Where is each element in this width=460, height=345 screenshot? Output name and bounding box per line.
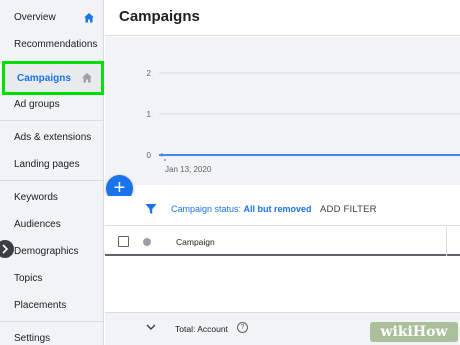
sidebar-item-campaigns[interactable]: Campaigns xyxy=(2,61,104,95)
campaign-status-filter[interactable]: Campaign status: All but removed xyxy=(171,204,312,214)
sidebar-divider xyxy=(0,180,104,181)
sidebar-item-label: Campaigns xyxy=(17,73,71,84)
sidebar-item-landing-pages[interactable]: Landing pages xyxy=(0,152,104,178)
column-divider xyxy=(446,227,447,256)
sidebar-item-label: Overview xyxy=(14,12,56,23)
home-icon[interactable] xyxy=(81,72,93,84)
sidebar-item-label: Settings xyxy=(14,333,51,344)
filter-prefix: Campaign status: xyxy=(171,204,244,214)
sidebar-item-recommendations[interactable]: Recommendations xyxy=(0,32,104,58)
y-tick-label: 0 xyxy=(147,151,152,160)
sidebar: Overview Recommendations Campaigns Ad gr… xyxy=(0,0,104,345)
sidebar-item-label: Placements xyxy=(14,300,67,311)
filter-icon[interactable] xyxy=(145,203,157,215)
sidebar-item-overview[interactable]: Overview xyxy=(0,5,104,31)
chevron-right-icon xyxy=(2,244,8,254)
sidebar-item-label: Audiences xyxy=(14,219,61,230)
sidebar-item-topics[interactable]: Topics xyxy=(0,266,104,292)
home-icon xyxy=(84,13,94,23)
sidebar-divider xyxy=(0,120,104,121)
sidebar-item-settings[interactable]: Settings xyxy=(0,326,104,345)
performance-chart: 2 1 0 Jan 13, 2020 xyxy=(105,37,460,185)
page-header: Campaigns xyxy=(105,0,460,36)
sidebar-item-label: Keywords xyxy=(14,192,58,203)
sidebar-item-label: Ad groups xyxy=(14,99,60,110)
sidebar-item-label: Recommendations xyxy=(14,39,98,50)
sidebar-divider xyxy=(0,321,104,322)
help-icon[interactable]: ? xyxy=(237,322,248,333)
sidebar-item-placements[interactable]: Placements xyxy=(0,293,104,319)
add-filter-button[interactable]: ADD FILTER xyxy=(320,204,377,215)
chart-svg: 2 1 0 Jan 13, 2020 xyxy=(147,69,460,174)
status-column-icon xyxy=(143,238,151,246)
select-all-checkbox[interactable] xyxy=(118,236,129,247)
filter-value: All but removed xyxy=(243,204,312,214)
chevron-down-icon[interactable] xyxy=(146,323,156,331)
filter-bar: Campaign status: All but removed ADD FIL… xyxy=(105,196,460,226)
table-body xyxy=(105,258,460,312)
y-tick-label: 2 xyxy=(147,69,152,78)
x-tick-label: Jan 13, 2020 xyxy=(165,165,212,174)
sidebar-item-audiences[interactable]: Audiences xyxy=(0,212,104,238)
sidebar-item-label: Demographics xyxy=(14,246,79,257)
data-point xyxy=(160,153,164,157)
y-tick-label: 1 xyxy=(147,110,152,119)
table-header: Campaign xyxy=(105,227,460,256)
sidebar-item-label: Topics xyxy=(14,273,43,284)
sidebar-item-demographics[interactable]: Demographics xyxy=(0,239,104,265)
sidebar-item-label: Landing pages xyxy=(14,159,80,170)
sidebar-item-ad-groups[interactable]: Ad groups xyxy=(0,92,104,118)
wikihow-watermark: wikiHow xyxy=(370,322,458,342)
sidebar-item-label: Ads & extensions xyxy=(14,132,92,143)
sidebar-item-ads-extensions[interactable]: Ads & extensions xyxy=(0,125,104,151)
total-account-label: Total: Account xyxy=(175,324,228,334)
column-header-campaign[interactable]: Campaign xyxy=(176,237,215,247)
sidebar-item-keywords[interactable]: Keywords xyxy=(0,185,104,211)
page-title: Campaigns xyxy=(119,8,200,25)
